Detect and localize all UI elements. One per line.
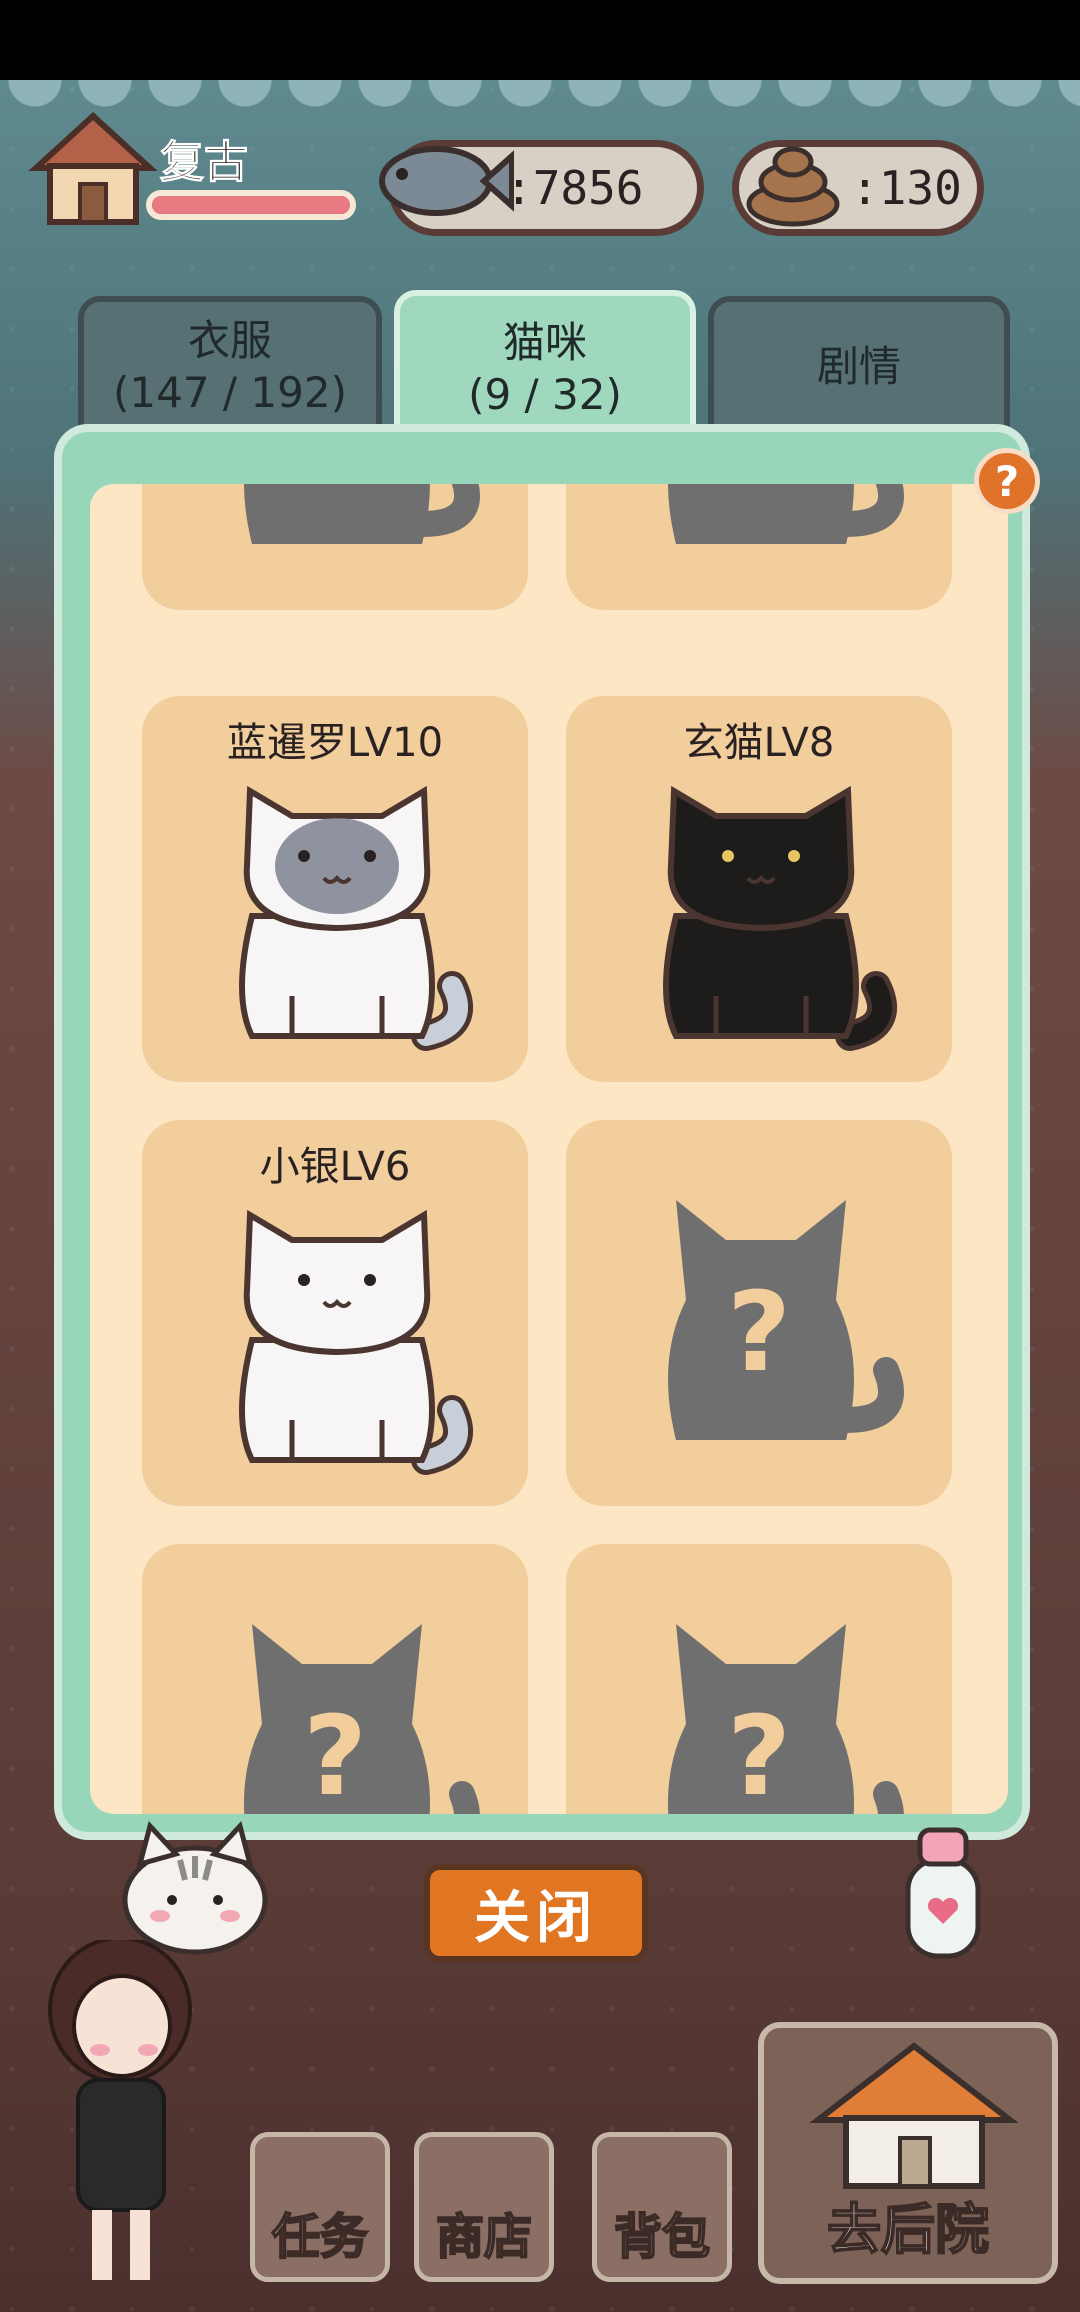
- cat-card[interactable]: 蓝暹罗LV10: [142, 696, 528, 1082]
- player-hp-fill: [152, 196, 350, 214]
- home-house-icon[interactable]: [28, 108, 158, 228]
- cat-card-locked[interactable]: ?: [566, 1544, 952, 1814]
- cat-card-locked[interactable]: ?: [142, 1544, 528, 1814]
- locked-cat-silhouette-icon: ?: [668, 484, 904, 544]
- tab-cats-count: (9 / 32): [468, 370, 622, 419]
- locked-cat-silhouette-icon: ?: [668, 1624, 904, 1814]
- cat-collection-grid[interactable]: ? ? 蓝暹罗LV10 玄猫LV8 小银LV6: [90, 484, 1008, 1814]
- player-hp-bar: [146, 190, 356, 220]
- player-name: 复古: [160, 137, 249, 189]
- milk-bottle-decoration: [905, 1827, 981, 1959]
- backyard-house-icon: [809, 2042, 1019, 2189]
- poop-icon: [746, 146, 840, 227]
- svg-text:?: ?: [727, 484, 791, 500]
- tab-story[interactable]: 剧情: [708, 296, 1010, 438]
- svg-text:?: ?: [303, 484, 367, 500]
- svg-text:?: ?: [727, 1268, 791, 1396]
- tabby-cat-decoration: [122, 1820, 268, 1955]
- locked-cat-silhouette-icon: ?: [668, 1200, 904, 1440]
- tasks-label: 任务: [271, 2208, 369, 2266]
- status-bar: [0, 0, 1080, 80]
- backyard-label: 去后院: [826, 2197, 990, 2262]
- backyard-button[interactable]: 去后院: [758, 2022, 1058, 2284]
- tab-cats[interactable]: 猫咪 (9 / 32): [394, 290, 696, 448]
- svg-text:?: ?: [727, 1692, 791, 1814]
- cat-card-locked[interactable]: ?: [142, 484, 528, 610]
- cat-card-name: 蓝暹罗LV10: [226, 720, 444, 766]
- tab-clothes-label: 衣服: [187, 316, 272, 365]
- tab-story-label: 剧情: [816, 342, 901, 391]
- cat-card[interactable]: 小银LV6: [142, 1120, 528, 1506]
- bag-label: 背包: [613, 2208, 711, 2266]
- bag-button[interactable]: 背包: [592, 2132, 732, 2282]
- cat-card-name: 小银LV6: [259, 1144, 411, 1190]
- shop-label: 商店: [435, 2208, 533, 2266]
- tasks-button[interactable]: 任务: [250, 2132, 390, 2282]
- cat-card-locked[interactable]: ?: [566, 484, 952, 610]
- cat-card[interactable]: 玄猫LV8: [566, 696, 952, 1082]
- tab-cats-label: 猫咪: [502, 318, 587, 367]
- fish-count: :7856: [505, 161, 644, 215]
- shop-button[interactable]: 商店: [414, 2132, 554, 2282]
- tab-clothes[interactable]: 衣服 (147 / 192): [78, 296, 382, 438]
- close-button[interactable]: 关闭: [424, 1864, 648, 1962]
- fish-icon: [379, 146, 514, 216]
- help-button[interactable]: ?: [974, 448, 1040, 514]
- girl-character: [48, 1940, 192, 2280]
- svg-text:?: ?: [303, 1692, 367, 1814]
- poop-count: :130: [851, 161, 962, 215]
- cat-card-locked[interactable]: ?: [566, 1120, 952, 1506]
- locked-cat-silhouette-icon: ?: [244, 1624, 480, 1814]
- locked-cat-silhouette-icon: ?: [244, 484, 480, 544]
- tab-clothes-count: (147 / 192): [113, 368, 347, 417]
- cat-card-name: 玄猫LV8: [683, 720, 835, 766]
